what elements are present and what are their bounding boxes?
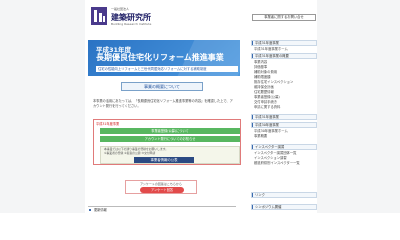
sidebar-link[interactable]: 交付申請手続き [251, 100, 317, 104]
sidebar-link[interactable]: 維持保全計画 [251, 85, 317, 89]
sidebar-heading[interactable]: 平成30年度事業 [251, 122, 317, 128]
sidebar-link[interactable]: 補助限度額 [251, 75, 317, 79]
main-banner: 平成31年度 長期優良住宅化リフォーム推進事業 住宅の性能向上リフォームと三世代… [88, 40, 240, 76]
org-name-english: Building Research Institute [111, 22, 152, 26]
sidebar-heading[interactable]: リンク [251, 192, 317, 198]
sidebar-link[interactable]: インスペクター講習団体一覧 [251, 151, 317, 155]
survey-box: アンケートの回答はこちらから アンケート回答 [125, 180, 197, 194]
sidebar-heading[interactable]: 平成31年度事業 [251, 114, 317, 120]
contact-button[interactable]: 事業者に関するお問い合せ [252, 14, 316, 21]
sidebar-link[interactable]: 評価基準 [251, 65, 317, 69]
sidebar-link[interactable]: 平成30年度事業ホーム [251, 129, 317, 133]
info-box: 本事業では以下の通り事業の登録をお願いします。 ①事業者の登録 ②提案の公募 ③… [100, 146, 240, 164]
banner-title: 長期優良住宅化リフォーム推進事業 [96, 53, 224, 62]
bri-logo-icon[interactable] [91, 7, 107, 25]
sidebar-link[interactable]: 事業者登録(公募) [251, 95, 317, 99]
sidebar-heading[interactable]: 平成31年度事業の概要 [251, 53, 317, 59]
sidebar-link[interactable]: 事業概要 [251, 134, 317, 138]
publication-button[interactable]: 事業者情報の公表 [134, 157, 194, 163]
sidebar-link[interactable]: 住宅履歴情報 [251, 90, 317, 94]
sidebar-link[interactable]: 既存住宅インスペクション [251, 80, 317, 84]
survey-button[interactable]: アンケート回答 [140, 187, 184, 193]
info-line: ①事業者の登録 ②提案の公募 ③交付申請 [104, 150, 156, 155]
news-heading: 更新情報 [88, 206, 236, 213]
survey-text: アンケートの回答はこちらから [140, 182, 182, 186]
banner-subtitle: 住宅の性能向上リフォームと三世代同居対応リフォームに対する補助制度 [96, 66, 238, 72]
section-label: 平成31年度事業 [96, 122, 120, 126]
org-type: 一般社団法人 [111, 7, 130, 11]
sidebar-link[interactable]: 補助対象の費用 [251, 70, 317, 74]
sidebar-heading[interactable]: シンポジウム開催 [251, 204, 317, 210]
registration-button[interactable]: 事業者登録(公募)について [100, 128, 240, 134]
outline-button[interactable]: 事業の概要について [121, 82, 203, 91]
intro-text: 本事業の活用にあたっては、「長期優良住宅化リフォーム推進事業等の内容」を確認した… [93, 99, 233, 109]
sidebar-heading[interactable]: インスペクター講習 [251, 144, 317, 150]
page: 一般社団法人 建築研究所 Building Research Institute… [0, 0, 400, 213]
sidebar-link[interactable]: 平成31年度事業ホーム [251, 47, 317, 51]
fiscal-section: 平成31年度事業 事業者登録(公募)について アカウント発行についてのお知らせ … [93, 119, 241, 165]
account-button[interactable]: アカウント発行についてのお知らせ [100, 136, 240, 142]
sidebar-link[interactable]: インスペクション講習 [251, 156, 317, 160]
sidebar-link[interactable]: 都道府県別インスペクター一覧 [251, 161, 317, 165]
sidebar-link[interactable]: 申請に関する資料 [251, 105, 317, 109]
sidebar-heading[interactable]: 平成31年度事業 [251, 40, 317, 46]
sidebar-link[interactable]: 事業内容 [251, 60, 317, 64]
